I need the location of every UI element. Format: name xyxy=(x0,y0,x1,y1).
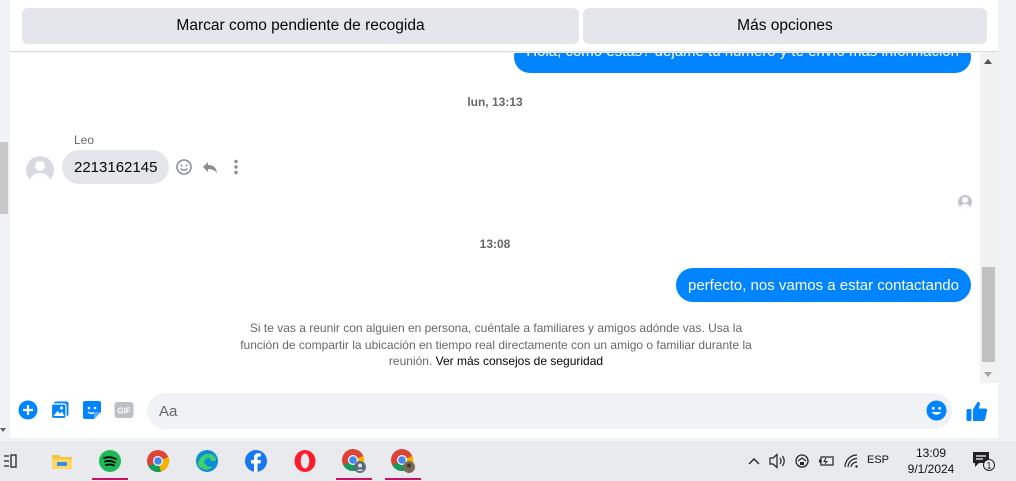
gif-label: GIF xyxy=(117,407,130,416)
mark-pending-button[interactable]: Marcar como pendiente de recogida xyxy=(22,8,579,44)
left-scrollbar-thumb[interactable] xyxy=(0,142,8,214)
windows-taskbar: ESP 13:09 9/1/2024 1 xyxy=(0,441,1016,481)
volume-icon[interactable] xyxy=(767,441,789,481)
safety-notice: Si te vas a reunir con alguien en person… xyxy=(240,320,752,370)
chat-thread: Hola, cómo estás? déjame tu número y te … xyxy=(10,53,980,383)
network-sync-icon[interactable] xyxy=(791,441,813,481)
sender-name: Leo xyxy=(74,133,95,147)
battery-icon[interactable] xyxy=(815,441,837,481)
input-language[interactable]: ESP xyxy=(867,454,889,466)
sticker-icon[interactable] xyxy=(82,400,102,420)
clock-date: 9/1/2024 xyxy=(907,462,955,476)
file-explorer-icon[interactable] xyxy=(40,441,84,481)
wifi-icon[interactable] xyxy=(840,441,862,481)
seen-indicator-avatar xyxy=(958,195,972,209)
safety-tips-link[interactable]: Ver más consejos de seguridad xyxy=(436,354,603,368)
scroll-down-small-arrow-icon[interactable] xyxy=(0,428,6,432)
chrome-icon[interactable] xyxy=(136,441,180,481)
outgoing-message-bubble[interactable]: Hola, cómo estás? déjame tu número y te … xyxy=(514,53,971,73)
left-scroll-strip xyxy=(0,0,10,438)
message-input[interactable] xyxy=(147,393,952,429)
opera-icon[interactable] xyxy=(283,441,327,481)
incoming-message-bubble[interactable]: 2213162145 xyxy=(62,150,170,184)
more-options-button[interactable]: Más opciones xyxy=(583,8,987,44)
outgoing-message-bubble[interactable]: perfecto, nos vamos a estar contactando xyxy=(676,268,971,302)
notification-center-icon[interactable]: 1 xyxy=(968,441,998,481)
chrome-profile-2-icon[interactable] xyxy=(381,441,425,481)
scroll-up-arrow-icon[interactable] xyxy=(984,59,992,64)
gif-icon[interactable]: GIF xyxy=(114,400,134,420)
message-composer: GIF xyxy=(10,383,998,438)
notification-count: 1 xyxy=(986,461,991,471)
page: Marcar como pendiente de recogida Más op… xyxy=(0,0,1016,481)
chrome-profile-icon[interactable] xyxy=(332,441,376,481)
timestamp-divider: 13:08 xyxy=(479,237,511,251)
scroll-down-arrow-icon[interactable] xyxy=(984,372,992,377)
timestamp-divider: lun, 13:13 xyxy=(467,95,523,109)
task-view-icon[interactable] xyxy=(0,441,20,481)
show-hidden-icons-chevron-icon[interactable] xyxy=(745,441,763,481)
system-clock[interactable]: 13:09 9/1/2024 xyxy=(900,445,962,477)
avatar[interactable] xyxy=(26,156,54,184)
edge-icon[interactable] xyxy=(185,441,229,481)
react-emoji-icon[interactable] xyxy=(175,158,193,176)
chat-scrollbar[interactable] xyxy=(980,53,998,383)
more-vertical-icon[interactable] xyxy=(227,158,245,176)
spotify-icon[interactable] xyxy=(88,441,132,481)
right-strip xyxy=(998,0,1016,438)
thumbs-up-icon[interactable] xyxy=(965,399,989,423)
facebook-icon[interactable] xyxy=(234,441,278,481)
reply-icon[interactable] xyxy=(201,158,219,176)
action-bar: Marcar como pendiente de recogida Más op… xyxy=(10,0,1000,52)
clock-time: 13:09 xyxy=(915,446,947,460)
scrollbar-thumb[interactable] xyxy=(982,267,995,362)
message-actions xyxy=(175,158,245,176)
image-gallery-icon[interactable] xyxy=(50,400,70,420)
emoji-icon[interactable] xyxy=(926,400,947,421)
plus-circle-icon[interactable] xyxy=(18,400,38,420)
